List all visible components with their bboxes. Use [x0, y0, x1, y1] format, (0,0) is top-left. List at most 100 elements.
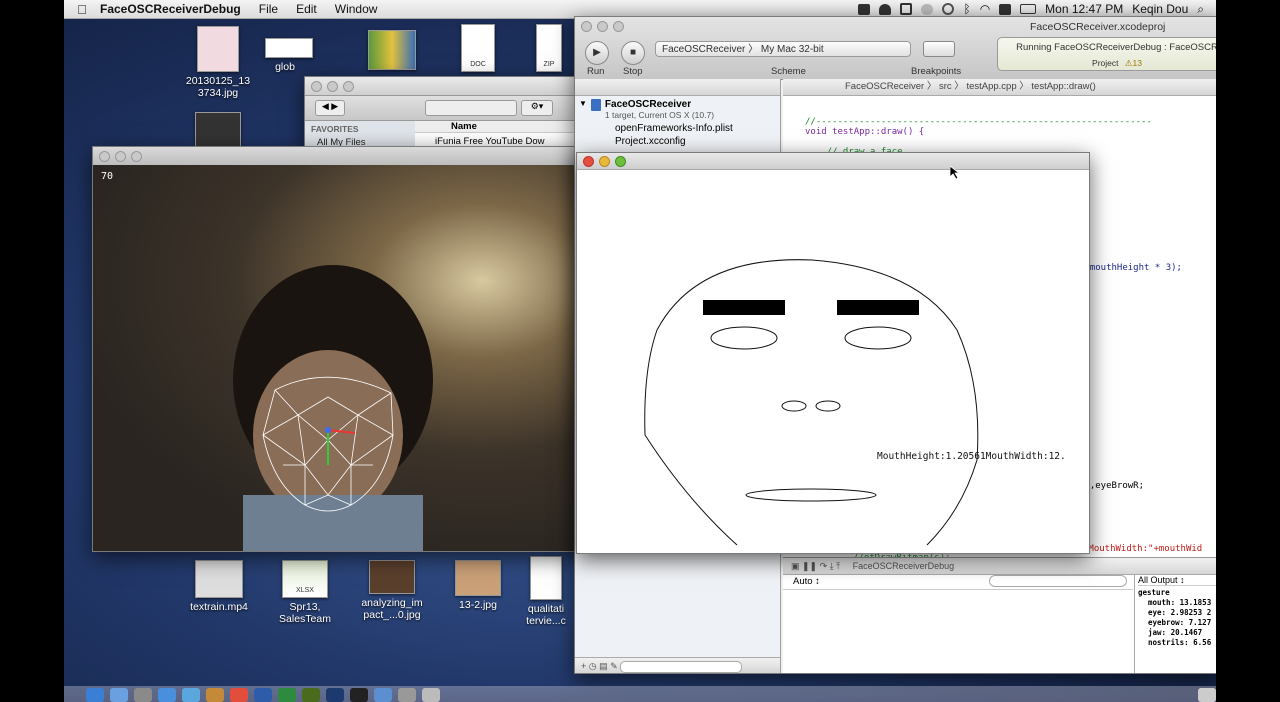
- debug-area: ▣ ❚❚ ↷ ⤓ ⤒ FaceOSCReceiverDebug Auto ↕ A…: [783, 557, 1216, 673]
- zoom-icon[interactable]: [343, 81, 354, 92]
- user-menu[interactable]: Keqin Dou: [1132, 2, 1188, 16]
- project-name[interactable]: FaceOSCReceiver: [605, 99, 714, 110]
- photoshop-dock-icon[interactable]: [326, 688, 344, 702]
- close-icon[interactable]: [311, 81, 322, 92]
- desktop-file-textrain[interactable]: textrain.mp4: [179, 560, 259, 613]
- app-dock-icon[interactable]: [398, 688, 416, 702]
- finder-dock-icon[interactable]: [86, 688, 104, 702]
- mail-dock-icon[interactable]: [134, 688, 152, 702]
- face-canvas: [644, 259, 979, 546]
- xlsx-file-icon: XLSX: [282, 560, 328, 598]
- terminal-dock-icon[interactable]: [350, 688, 368, 702]
- app-dock-icon[interactable]: [422, 688, 440, 702]
- notification-icon[interactable]: [879, 3, 892, 15]
- chrome-dock-icon[interactable]: [230, 688, 248, 702]
- appstore-dock-icon[interactable]: [158, 688, 176, 702]
- minimize-icon[interactable]: [327, 81, 338, 92]
- right-eyebrow: [837, 300, 919, 315]
- view-mode-icon[interactable]: [425, 100, 517, 116]
- jumpbar-symbol[interactable]: testApp::draw(): [1031, 81, 1095, 92]
- dreamweaver-dock-icon[interactable]: [302, 688, 320, 702]
- navigator-file-xcconfig[interactable]: Project.xcconfig: [579, 136, 780, 147]
- trash-dock-icon[interactable]: [1198, 688, 1216, 702]
- desktop-file-glob[interactable]: glob: [265, 38, 313, 73]
- face-drawing-window[interactable]: MouthHeight:1.20561MouthWidth:12.: [576, 152, 1090, 554]
- debug-process: FaceOSCReceiverDebug: [852, 561, 955, 571]
- face-window-titlebar[interactable]: [577, 153, 1089, 170]
- minimize-icon[interactable]: [115, 151, 126, 162]
- search-field[interactable]: [988, 575, 1127, 588]
- desktop-file-zip[interactable]: ZIP: [534, 24, 564, 75]
- xcode-dock-icon[interactable]: [374, 688, 392, 702]
- desktop-file-doc[interactable]: DOC: [438, 24, 518, 75]
- console-line: nostrils: 6.56: [1148, 638, 1212, 647]
- back-arrow-icon[interactable]: ◀ ▶: [315, 100, 345, 116]
- excel-dock-icon[interactable]: [278, 688, 296, 702]
- menu-edit[interactable]: Edit: [287, 2, 326, 16]
- breakpoints-label: Breakpoints: [911, 66, 962, 77]
- desktop-file-label: Spr13, SalesTeam: [279, 601, 331, 625]
- zoom-icon[interactable]: [613, 21, 624, 32]
- zoom-icon[interactable]: [131, 151, 142, 162]
- desktop-file-qualitative[interactable]: qualitati tervie...c: [516, 556, 576, 627]
- bluetooth-icon[interactable]: ᛒ: [963, 2, 970, 16]
- cloud-icon[interactable]: [921, 3, 934, 15]
- jump-bar[interactable]: FaceOSCReceiver 〉 src 〉 testApp.cpp 〉 te…: [783, 79, 1216, 96]
- camera-icon[interactable]: [858, 3, 871, 15]
- xcode-title: FaceOSCReceiver.xcodeproj: [1030, 21, 1166, 33]
- word-dock-icon[interactable]: [254, 688, 272, 702]
- scheme-selector[interactable]: FaceOSCReceiver 〉 My Mac 32-bit: [655, 41, 911, 57]
- desktop-file-analyzing[interactable]: analyzing_im pact_...0.jpg: [352, 560, 432, 621]
- camera-window[interactable]: 70: [92, 146, 580, 552]
- jumpbar-project[interactable]: FaceOSCReceiver: [845, 81, 924, 92]
- desktop-file-recycle[interactable]: [352, 30, 432, 73]
- axis-origin: [325, 427, 331, 433]
- jumpbar-folder[interactable]: src: [939, 81, 952, 92]
- menu-window[interactable]: Window: [326, 2, 387, 16]
- camera-titlebar[interactable]: [93, 147, 579, 166]
- itunes-dock-icon[interactable]: [182, 688, 200, 702]
- desktop-file-jpg[interactable]: 20130125_13 3734.jpg: [178, 26, 258, 99]
- navigator-file-plist[interactable]: openFrameworks-Info.plist: [579, 123, 780, 134]
- jumpbar-file[interactable]: testApp.cpp: [966, 81, 1016, 92]
- menu-file[interactable]: File: [250, 2, 287, 16]
- zip-badge: ZIP: [543, 61, 555, 68]
- zoom-icon[interactable]: [615, 156, 626, 167]
- warning-badge[interactable]: ⚠13: [1125, 58, 1142, 68]
- disclosure-triangle-icon[interactable]: ▼: [579, 99, 587, 108]
- desktop-file-xlsx[interactable]: XLSX Spr13, SalesTeam: [265, 560, 345, 625]
- photos-dock-icon[interactable]: [206, 688, 224, 702]
- output-filter-select[interactable]: All Output ↕: [1138, 575, 1216, 586]
- navigator-tabs[interactable]: [575, 79, 780, 96]
- close-icon[interactable]: [581, 21, 592, 32]
- menu-app-name[interactable]: FaceOSCReceiverDebug: [100, 2, 250, 16]
- desktop-file-13-2[interactable]: 13-2.jpg: [438, 560, 518, 611]
- dropbox-icon[interactable]: [900, 3, 913, 15]
- clock[interactable]: Mon 12:47 PM: [1045, 2, 1123, 16]
- sidebar-header: FAVORITES: [311, 124, 359, 134]
- variables-scope-select[interactable]: Auto ↕: [793, 576, 820, 587]
- apple-icon[interactable]: : [64, 2, 100, 17]
- safari-dock-icon[interactable]: [110, 688, 128, 702]
- minimize-icon[interactable]: [597, 21, 608, 32]
- close-icon[interactable]: [583, 156, 594, 167]
- shirt-shape: [243, 495, 423, 551]
- skype-icon[interactable]: [999, 3, 1012, 15]
- stop-button[interactable]: ■: [621, 41, 645, 65]
- minimize-icon[interactable]: [599, 156, 610, 167]
- breakpoints-button[interactable]: [923, 41, 955, 57]
- debug-controls-icon[interactable]: ▣ ❚❚ ↷ ⤓ ⤒: [791, 561, 840, 571]
- close-icon[interactable]: [99, 151, 110, 162]
- console-line: eye: 2.98253 2: [1148, 608, 1212, 617]
- recycle-image-icon: [368, 30, 416, 70]
- wifi-icon[interactable]: ◠: [980, 2, 990, 16]
- spotlight-search-icon[interactable]: ⌕: [1197, 2, 1204, 17]
- time-machine-icon[interactable]: [942, 3, 955, 15]
- xcode-toolbar: FaceOSCReceiver.xcodeproj ▶ ■ Run Stop F…: [575, 17, 1216, 80]
- run-button[interactable]: ▶: [585, 41, 609, 65]
- action-gear-icon[interactable]: ⚙▾: [521, 100, 553, 116]
- navigator-filter-bar[interactable]: + ◷ ▤ ✎: [575, 657, 780, 673]
- battery-icon[interactable]: [1020, 4, 1037, 14]
- scheme-label: Scheme: [771, 66, 806, 77]
- right-eye: [844, 326, 912, 350]
